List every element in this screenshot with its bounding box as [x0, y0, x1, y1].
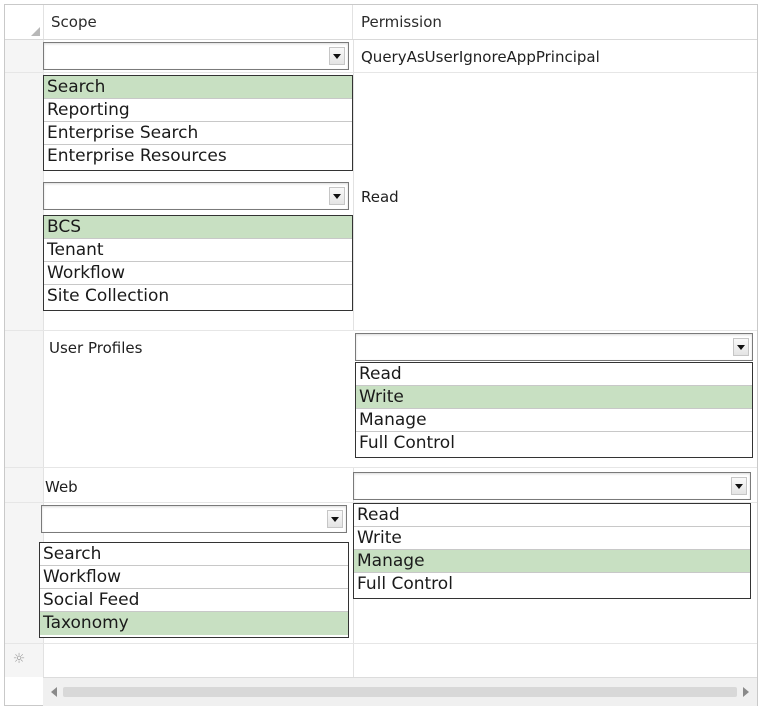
scrollbar-thumb[interactable]: [63, 687, 737, 697]
chevron-down-icon[interactable]: [329, 47, 345, 65]
grid-header: Scope Permission: [5, 5, 757, 40]
permission-combo-row4[interactable]: [353, 472, 751, 500]
list-item-reporting[interactable]: Reporting: [44, 99, 352, 122]
list-item-social-feed[interactable]: Social Feed: [40, 589, 348, 612]
list-item-manage[interactable]: Manage: [354, 550, 750, 573]
chevron-down-icon[interactable]: [327, 510, 343, 528]
row-divider: [5, 467, 757, 468]
chevron-down-icon[interactable]: [733, 338, 749, 356]
permission-dropdown-list-row4: Read Write Manage Full Control: [353, 503, 751, 599]
list-item-site-collection[interactable]: Site Collection: [44, 285, 352, 308]
scope-column-header[interactable]: Scope: [43, 5, 353, 39]
list-item-write[interactable]: Write: [356, 386, 752, 409]
list-item-enterprise-resources[interactable]: Enterprise Resources: [44, 145, 352, 168]
row-divider: [5, 330, 757, 331]
list-item-workflow[interactable]: Workflow: [40, 566, 348, 589]
list-item-taxonomy[interactable]: Taxonomy: [40, 612, 348, 635]
list-item-search[interactable]: Search: [40, 543, 348, 566]
list-item-read[interactable]: Read: [356, 363, 752, 386]
new-row-icon[interactable]: ☼: [12, 652, 26, 666]
list-item-bcs[interactable]: BCS: [44, 216, 352, 239]
permission-value-row1[interactable]: QueryAsUserIgnoreAppPrincipal: [361, 48, 600, 66]
chevron-down-icon[interactable]: [731, 477, 747, 495]
select-all-corner[interactable]: [5, 5, 44, 39]
scroll-left-arrow-icon[interactable]: [51, 687, 57, 697]
permission-column-header[interactable]: Permission: [353, 5, 757, 39]
list-item-enterprise-search[interactable]: Enterprise Search: [44, 122, 352, 145]
list-item-full-control[interactable]: Full Control: [356, 432, 752, 455]
scope-dropdown-list-row2: BCS Tenant Workflow Site Collection: [43, 215, 353, 311]
list-item-tenant[interactable]: Tenant: [44, 239, 352, 262]
row-divider: [5, 72, 757, 73]
list-item-search[interactable]: Search: [44, 76, 352, 99]
list-item-full-control[interactable]: Full Control: [354, 573, 750, 596]
scope-combo-row4[interactable]: [41, 505, 347, 533]
row-divider: [5, 643, 757, 644]
list-item-manage[interactable]: Manage: [356, 409, 752, 432]
scope-dropdown-list-row1: Search Reporting Enterprise Search Enter…: [43, 75, 353, 171]
permission-dropdown-list-row3: Read Write Manage Full Control: [355, 362, 753, 458]
list-item-workflow[interactable]: Workflow: [44, 262, 352, 285]
list-item-read[interactable]: Read: [354, 504, 750, 527]
permission-combo-row3[interactable]: [355, 333, 753, 361]
permissions-grid: Scope Permission QueryAsUserIgnoreAppPri…: [4, 4, 758, 706]
scope-value-row4[interactable]: Web: [45, 478, 78, 496]
permission-value-row2[interactable]: Read: [361, 188, 399, 206]
horizontal-scrollbar[interactable]: [43, 677, 757, 706]
scope-combo-row1[interactable]: [43, 42, 349, 70]
list-item-write[interactable]: Write: [354, 527, 750, 550]
scope-value-row3[interactable]: User Profiles: [49, 339, 142, 357]
scroll-right-arrow-icon[interactable]: [743, 687, 749, 697]
column-divider: [353, 40, 354, 330]
chevron-down-icon[interactable]: [329, 187, 345, 205]
scope-combo-row2[interactable]: [43, 182, 349, 210]
scope-dropdown-list-row4: Search Workflow Social Feed Taxonomy: [39, 542, 349, 638]
